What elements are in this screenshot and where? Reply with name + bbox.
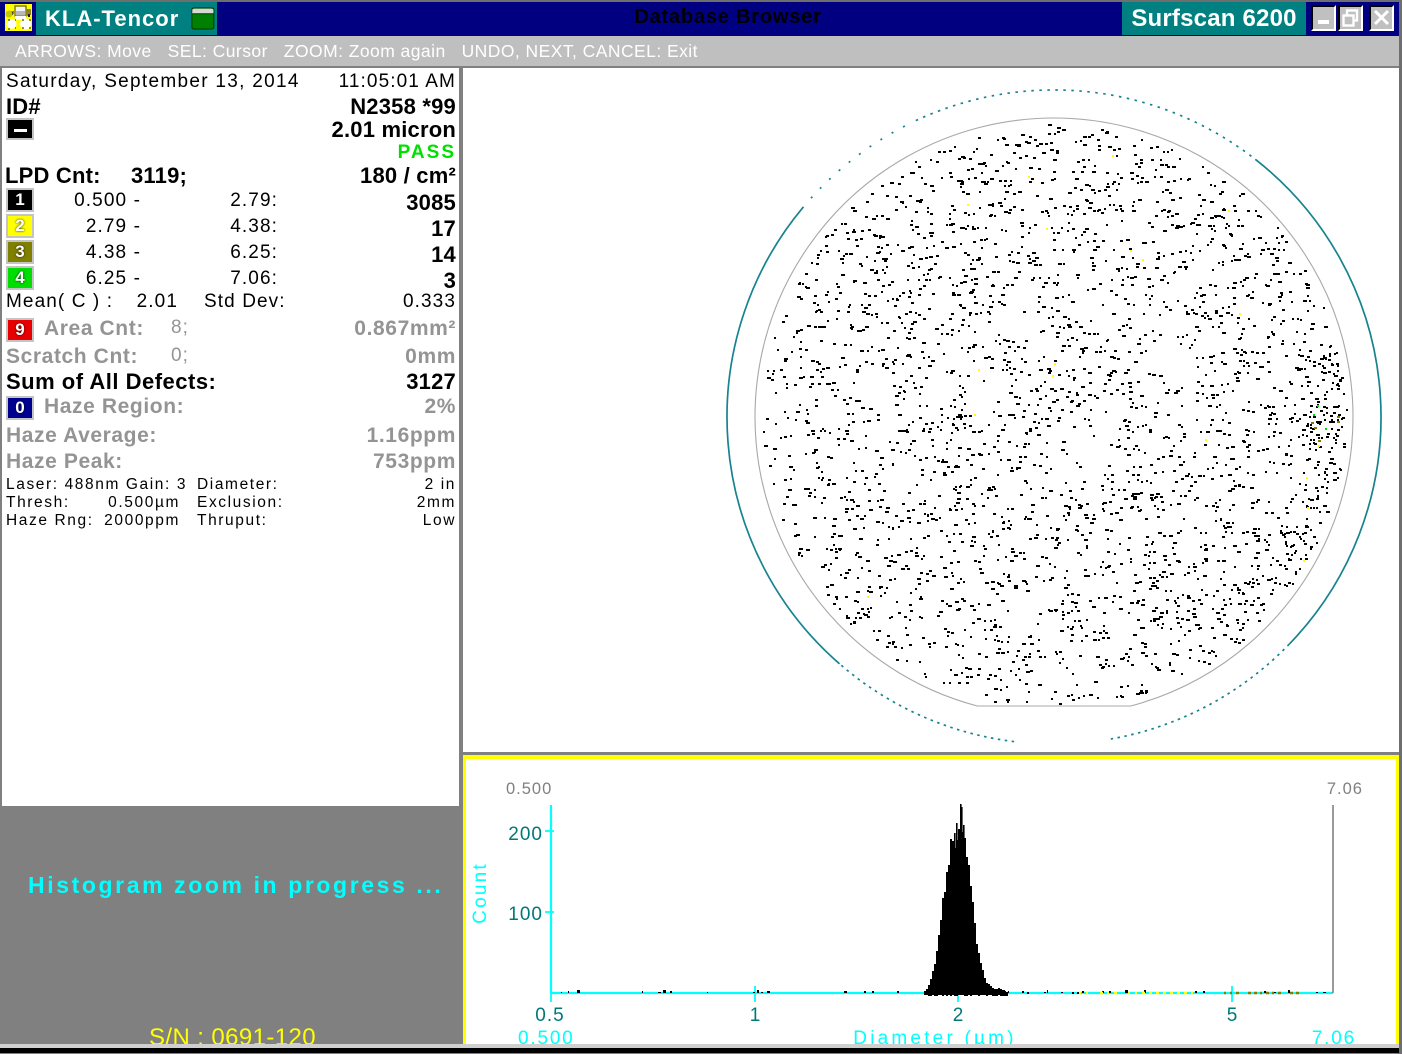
svg-text:5: 5 — [1227, 1005, 1238, 1026]
svg-text:Count: Count — [470, 862, 491, 924]
svg-text:0.5: 0.5 — [535, 1005, 564, 1026]
svg-text:200: 200 — [508, 824, 543, 845]
svg-text:7.06: 7.06 — [1327, 780, 1363, 798]
svg-text:100: 100 — [508, 904, 543, 925]
svg-text:0.500: 0.500 — [506, 780, 552, 798]
svg-text:1: 1 — [750, 1005, 761, 1026]
svg-text:2: 2 — [953, 1005, 964, 1026]
